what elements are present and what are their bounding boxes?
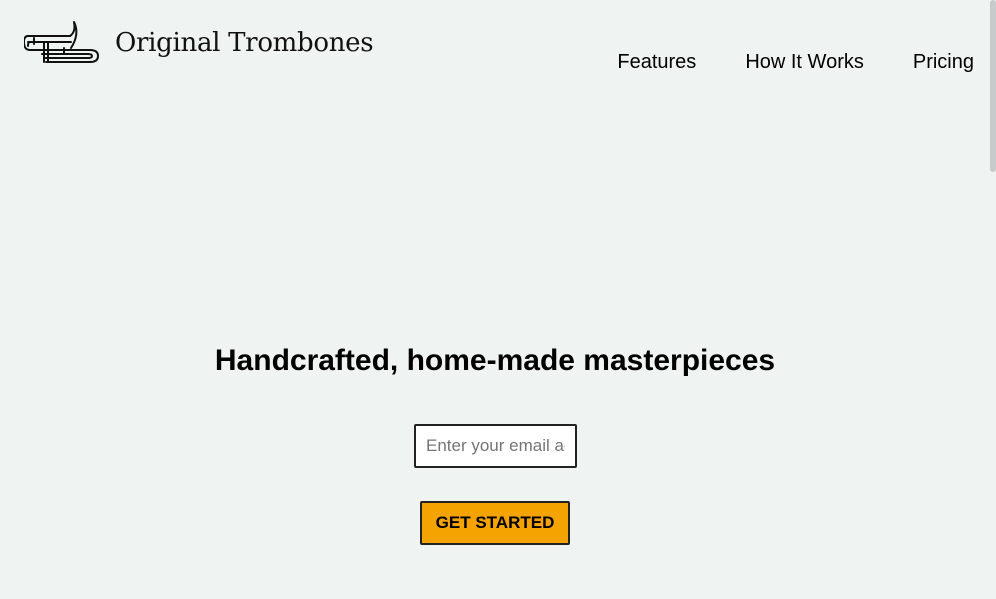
- hero-headline: Handcrafted, home-made masterpieces: [214, 344, 776, 377]
- nav-link-how-it-works[interactable]: How It Works: [745, 51, 864, 74]
- trombone-icon: [24, 21, 99, 63]
- site-header: Original Trombones Features How It Works…: [0, 0, 990, 100]
- brand-name[interactable]: Original Trombones: [115, 28, 374, 58]
- get-started-button[interactable]: GET STARTED: [420, 501, 570, 545]
- nav-link-pricing[interactable]: Pricing: [913, 51, 974, 74]
- page-scrollbar[interactable]: [990, 0, 996, 172]
- logo[interactable]: [24, 20, 99, 68]
- nav-link-features[interactable]: Features: [617, 51, 696, 74]
- email-input[interactable]: [414, 424, 577, 468]
- main-nav: Features How It Works Pricing: [568, 51, 974, 74]
- hero-section: Handcrafted, home-made masterpieces: [0, 340, 990, 382]
